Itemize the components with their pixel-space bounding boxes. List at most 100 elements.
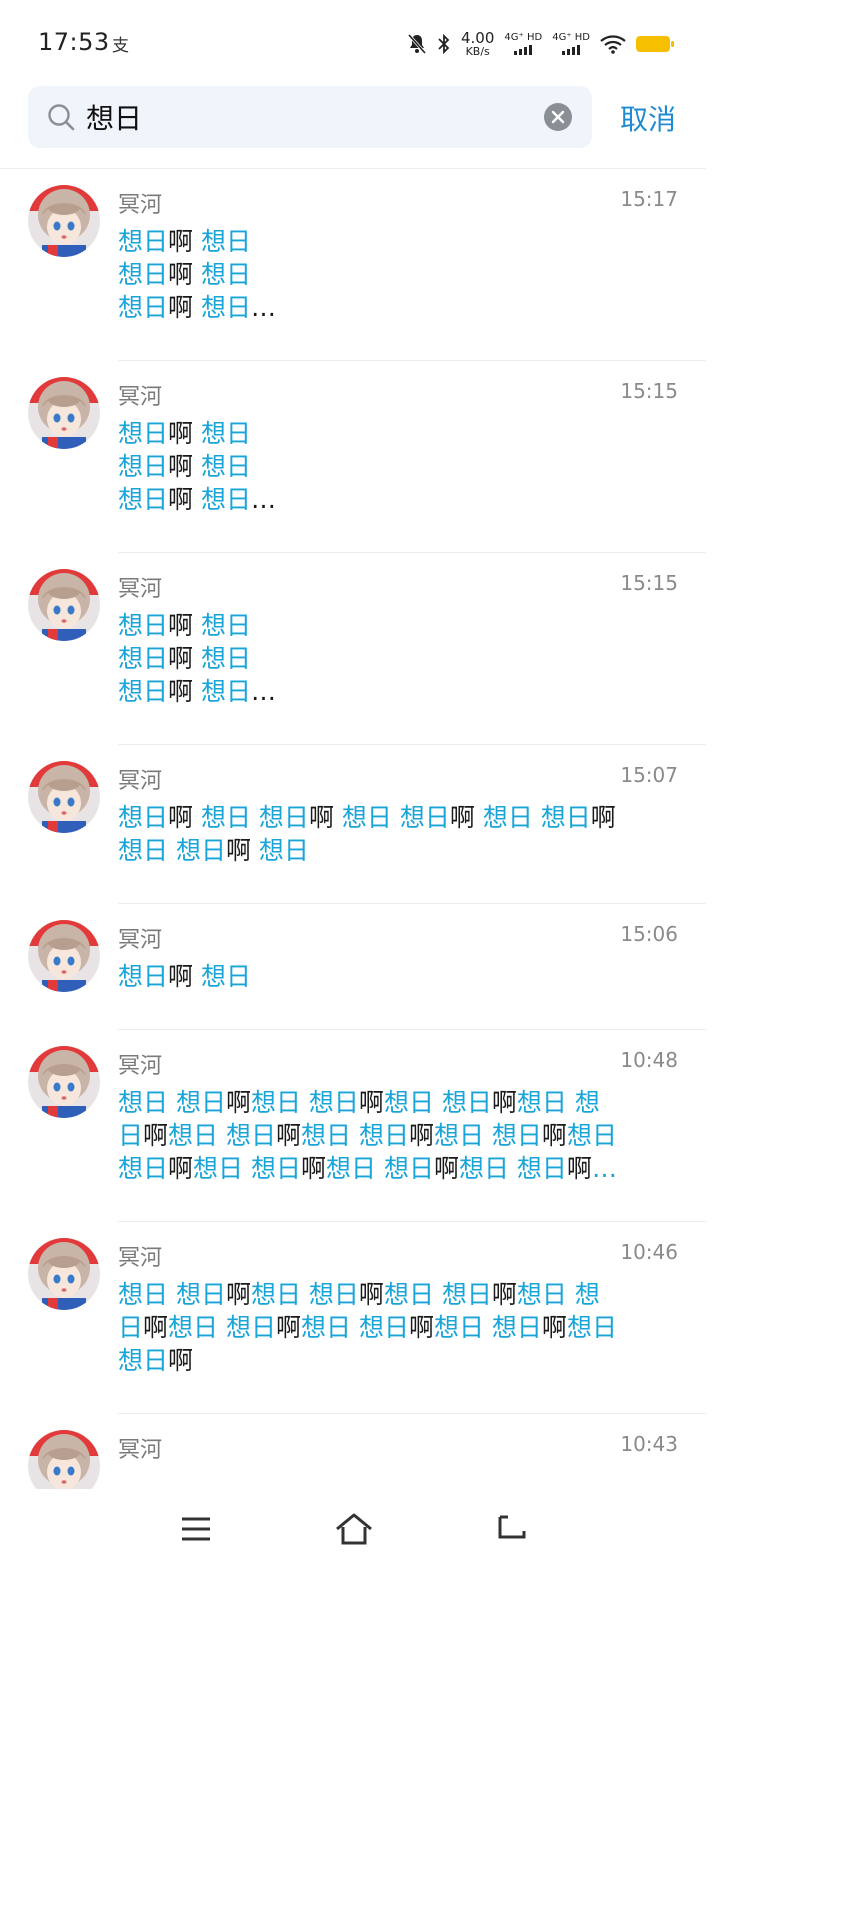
avatar[interactable] xyxy=(28,761,100,833)
snippet-line: 想日啊 xyxy=(118,1344,682,1377)
search-result-item[interactable]: 冥河 10:48 想日 想日啊想日 想日啊想日 想日啊想日 想日啊想日 想日啊想日 … xyxy=(0,1030,706,1222)
highlighted-keyword: 想日 xyxy=(200,962,251,991)
avatar[interactable] xyxy=(28,569,100,641)
message-time: 10:43 xyxy=(620,1432,678,1456)
message-snippet: 想日啊 想日 想日啊 想日 想日啊 想日 想日啊 想日 想日啊 想日 xyxy=(118,801,682,867)
snippet-text: 啊 xyxy=(168,611,201,640)
highlighted-keyword: 想日 xyxy=(118,293,169,322)
highlighted-keyword: 想日 xyxy=(566,1121,617,1150)
search-result-item[interactable]: 冥河 15:15 想日啊 想日 想日啊 想日 想日啊 想日… xyxy=(0,361,706,553)
snippet-line: 想日 想日啊想日 想日啊想日 想日啊想日 想 xyxy=(118,1086,682,1119)
sim1-signal: 4G⁺ HD xyxy=(504,33,542,55)
highlighted-keyword: 想日 想日 xyxy=(383,1280,492,1309)
snippet-text: 啊 xyxy=(308,803,342,832)
highlighted-keyword: 想日 xyxy=(200,260,251,289)
highlighted-keyword: 想日 xyxy=(118,485,169,514)
back-icon[interactable] xyxy=(494,1511,530,1547)
search-input[interactable] xyxy=(86,94,526,140)
sim1-bars-icon xyxy=(514,45,533,55)
sender-name: 冥河 xyxy=(118,928,163,953)
sender-name: 冥河 xyxy=(118,193,163,218)
highlighted-keyword: 想日 xyxy=(200,677,251,706)
mute-icon xyxy=(407,34,427,54)
highlighted-keyword: 想日 想日 xyxy=(383,1088,492,1117)
avatar[interactable] xyxy=(28,1046,100,1118)
wifi-icon xyxy=(600,35,626,54)
snippet-text: 啊 xyxy=(168,485,201,514)
message-time: 15:17 xyxy=(620,187,678,211)
snippet-text: 啊 xyxy=(168,227,201,256)
snippet-text: 啊 xyxy=(168,644,201,673)
search-row: 取消 xyxy=(0,84,706,168)
snippet-text: 啊 xyxy=(358,1088,384,1117)
snippet-line: 想日啊 想日 xyxy=(118,225,682,258)
home-icon[interactable] xyxy=(334,1511,374,1547)
snippet-line: 想日啊 想日 xyxy=(118,450,682,483)
snippet-line: 想日啊 想日 xyxy=(118,642,682,675)
highlighted-keyword: 想日 想日 xyxy=(301,1121,409,1150)
sender-name: 冥河 xyxy=(118,769,163,794)
highlighted-keyword: 想日 想 xyxy=(516,1280,600,1309)
highlighted-keyword: 想日 想日 xyxy=(433,1313,542,1342)
cancel-button[interactable]: 取消 xyxy=(620,98,676,138)
search-box[interactable] xyxy=(28,86,592,148)
net-speed-value: 4.00 xyxy=(461,29,495,47)
snippet-text: … xyxy=(250,677,276,706)
highlighted-keyword: 想日 xyxy=(200,485,251,514)
anime-girl-avatar-icon xyxy=(28,1430,100,1489)
highlighted-keyword: 想日 xyxy=(200,611,251,640)
highlighted-keyword: 想日 xyxy=(258,836,309,865)
avatar[interactable] xyxy=(28,1238,100,1310)
snippet-text: 啊 xyxy=(168,803,201,832)
clear-search-icon[interactable] xyxy=(544,103,572,131)
sender-name: 冥河 xyxy=(118,1438,163,1463)
search-result-item[interactable]: 冥河 15:17 想日啊 想日 想日啊 想日 想日啊 想日… xyxy=(0,169,706,361)
anime-girl-avatar-icon xyxy=(28,1046,100,1118)
avatar[interactable] xyxy=(28,920,100,992)
highlighted-keyword: 想日 xyxy=(118,227,169,256)
highlighted-keyword: 想日 想日 xyxy=(168,1313,276,1342)
snippet-text: 啊 xyxy=(590,803,616,832)
highlighted-keyword: … xyxy=(591,1154,617,1183)
highlighted-keyword: 想日 想日 xyxy=(193,1154,301,1183)
menu-icon[interactable] xyxy=(178,1511,214,1547)
highlighted-keyword: 想日 xyxy=(118,962,169,991)
highlighted-keyword: 想日 xyxy=(118,452,169,481)
anime-girl-avatar-icon xyxy=(28,569,100,641)
message-snippet: 想日啊 想日 想日啊 想日 想日啊 想日… xyxy=(118,225,682,324)
search-result-item[interactable]: 冥河 15:15 想日啊 想日 想日啊 想日 想日啊 想日… xyxy=(0,553,706,745)
snippet-text: 啊 xyxy=(541,1313,567,1342)
snippet-text: 啊 xyxy=(408,1121,434,1150)
snippet-text: 啊 xyxy=(168,1346,194,1375)
snippet-line: 想日 想日啊 想日 xyxy=(118,834,682,867)
message-snippet: 想日啊 想日 xyxy=(118,960,682,993)
status-time: 17:53 xyxy=(38,28,110,56)
highlighted-keyword: 想日 xyxy=(566,1313,617,1342)
search-result-item[interactable]: 冥河 10:43 xyxy=(0,1414,706,1489)
search-result-item[interactable]: 冥河 15:07 想日啊 想日 想日啊 想日 想日啊 想日 想日啊 想日 想日啊 想日 xyxy=(0,745,706,904)
highlighted-keyword: 想日 xyxy=(118,803,169,832)
status-icons: 4.00 KB/s 4G⁺ HD 4G⁺ HD xyxy=(407,28,674,60)
snippet-text: 啊 xyxy=(541,1121,567,1150)
message-snippet: 想日 想日啊想日 想日啊想日 想日啊想日 想日啊想日 想日啊想日 想日啊想日 想… xyxy=(118,1086,682,1185)
highlighted-keyword: 想日 xyxy=(118,260,169,289)
avatar[interactable] xyxy=(28,377,100,449)
avatar[interactable] xyxy=(28,185,100,257)
search-result-item[interactable]: 冥河 10:46 想日 想日啊想日 想日啊想日 想日啊想日 想日啊想日 想日啊想日 … xyxy=(0,1222,706,1414)
snippet-text: … xyxy=(250,485,276,514)
highlighted-keyword: 想日 xyxy=(200,227,251,256)
highlighted-keyword: 想日 xyxy=(118,677,169,706)
sim2-signal: 4G⁺ HD xyxy=(552,33,590,55)
search-result-item[interactable]: 冥河 15:06 想日啊 想日 xyxy=(0,904,706,1030)
avatar[interactable] xyxy=(28,1430,100,1489)
highlighted-keyword: 想日 xyxy=(482,803,541,832)
snippet-text: 啊 xyxy=(143,1313,169,1342)
snippet-text: 啊 xyxy=(225,836,259,865)
snippet-line: 想日啊 想日 xyxy=(118,960,682,993)
snippet-text: 啊 xyxy=(358,1280,384,1309)
snippet-text: 啊 xyxy=(566,1154,592,1183)
highlighted-keyword: 想日 xyxy=(258,803,309,832)
snippet-text: … xyxy=(250,293,276,322)
sim2-bars-icon xyxy=(562,45,581,55)
highlighted-keyword: 想日 想日 xyxy=(250,1280,359,1309)
